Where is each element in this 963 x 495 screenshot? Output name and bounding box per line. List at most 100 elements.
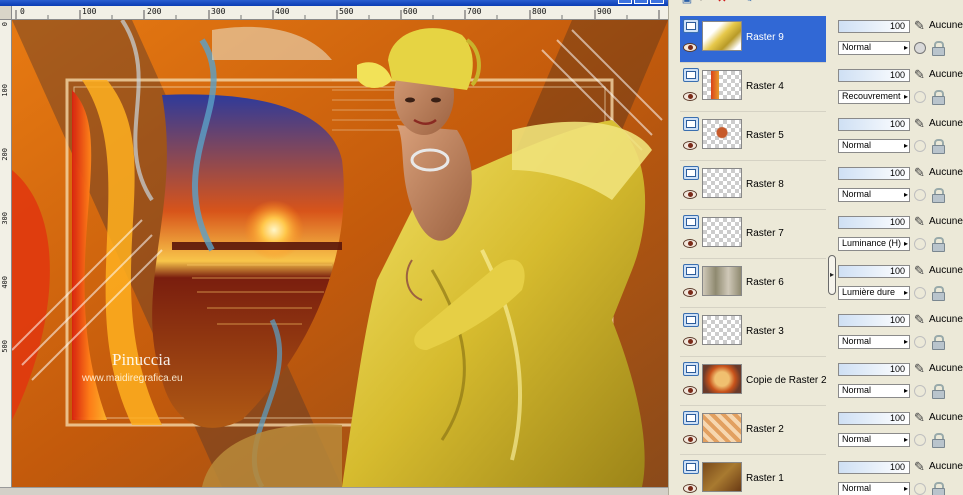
lock-icon[interactable] (931, 384, 945, 399)
visibility-eye-icon[interactable] (683, 386, 697, 395)
opacity-slider[interactable]: 100 (838, 216, 910, 229)
blend-mode-select[interactable]: Recouvrement ▸ (838, 90, 910, 104)
raster-layer-icon[interactable] (683, 411, 699, 425)
link-icon[interactable] (914, 434, 926, 446)
opacity-slider[interactable]: 100 (838, 363, 910, 376)
lock-icon[interactable] (931, 237, 945, 252)
opacity-slider[interactable]: 100 (838, 412, 910, 425)
raster-layer-icon[interactable] (683, 362, 699, 376)
visibility-eye-icon[interactable] (683, 435, 697, 444)
blend-mode-select[interactable]: Normal ▸ (838, 482, 910, 495)
layer-row[interactable]: Raster 4 (678, 64, 828, 112)
lock-icon[interactable] (931, 286, 945, 301)
collapse-handle-icon[interactable]: ▸ (828, 255, 836, 295)
lock-icon[interactable] (931, 433, 945, 448)
raster-layer-icon[interactable] (683, 117, 699, 131)
opacity-slider[interactable]: 100 (838, 265, 910, 278)
lock-icon[interactable] (931, 335, 945, 350)
layer-thumbnail[interactable] (702, 21, 742, 51)
layer-properties-icon[interactable]: ✎ (741, 0, 755, 6)
visibility-eye-icon[interactable] (683, 190, 697, 199)
link-icon[interactable] (914, 483, 926, 495)
link-icon[interactable] (914, 140, 926, 152)
lock-icon[interactable] (931, 139, 945, 154)
blend-mode-select[interactable]: Normal ▸ (838, 41, 910, 55)
layer-thumbnail[interactable] (702, 217, 742, 247)
visibility-eye-icon[interactable] (683, 337, 697, 346)
layer-row[interactable]: Raster 5 (678, 113, 828, 161)
layer-row[interactable]: Copie de Raster 2 (678, 358, 828, 406)
edit-brush-icon[interactable]: ✎ (914, 264, 926, 280)
layer-thumbnail[interactable] (702, 413, 742, 443)
link-icon[interactable] (914, 287, 926, 299)
edit-brush-icon[interactable]: ✎ (914, 19, 926, 35)
raster-layer-icon[interactable] (683, 19, 699, 33)
blend-mode-select[interactable]: Normal ▸ (838, 188, 910, 202)
blend-mode-select[interactable]: Luminance (H) ▸ (838, 237, 910, 251)
link-icon[interactable] (914, 42, 926, 54)
raster-layer-icon[interactable] (683, 264, 699, 278)
edit-brush-icon[interactable]: ✎ (914, 411, 926, 427)
layer-row[interactable]: Raster 8 (678, 162, 828, 210)
lock-icon[interactable] (931, 188, 945, 203)
raster-layer-icon[interactable] (683, 166, 699, 180)
layer-row[interactable]: Raster 2 (678, 407, 828, 455)
canvas-artwork[interactable]: Pinuccia www.maidiregrafica.eu (12, 20, 668, 487)
delete-layer-icon[interactable]: ✕ (715, 0, 729, 6)
opacity-slider[interactable]: 100 (838, 167, 910, 180)
layer-thumbnail[interactable] (702, 462, 742, 492)
opacity-slider[interactable]: 100 (838, 20, 910, 33)
blend-mode-select[interactable]: Normal ▸ (838, 335, 910, 349)
layer-row[interactable]: Raster 1 (678, 456, 828, 495)
opacity-slider[interactable]: 100 (838, 118, 910, 131)
raster-layer-icon[interactable] (683, 313, 699, 327)
layer-thumbnail[interactable] (702, 119, 742, 149)
layer-thumbnail[interactable] (702, 266, 742, 296)
horizontal-scrollbar[interactable] (0, 487, 668, 495)
visibility-eye-icon[interactable] (683, 141, 697, 150)
lock-icon[interactable] (931, 41, 945, 56)
raster-layer-icon[interactable] (683, 68, 699, 82)
visibility-eye-icon[interactable] (683, 239, 697, 248)
opacity-slider[interactable]: 100 (838, 461, 910, 474)
lock-icon[interactable] (931, 90, 945, 105)
visibility-eye-icon[interactable] (683, 484, 697, 493)
link-icon[interactable] (914, 238, 926, 250)
blend-mode-select[interactable]: Normal ▸ (838, 139, 910, 153)
edit-brush-icon[interactable]: ✎ (914, 166, 926, 182)
layer-thumbnail[interactable] (702, 168, 742, 198)
edit-brush-icon[interactable]: ✎ (914, 117, 926, 133)
opacity-slider[interactable]: 100 (838, 314, 910, 327)
layer-row[interactable]: Raster 9 (678, 15, 828, 63)
edit-brush-icon[interactable]: ✎ (914, 215, 926, 231)
lock-icon[interactable] (931, 482, 945, 495)
layer-row[interactable]: Raster 7 (678, 211, 828, 259)
blend-mode-select[interactable]: Normal ▸ (838, 384, 910, 398)
new-layer-icon[interactable]: ▣ (680, 0, 694, 6)
visibility-eye-icon[interactable] (683, 92, 697, 101)
link-icon[interactable] (914, 385, 926, 397)
layer-row[interactable]: Raster 3 (678, 309, 828, 357)
close-button[interactable] (650, 0, 664, 4)
visibility-eye-icon[interactable] (683, 288, 697, 297)
layer-thumbnail[interactable] (702, 364, 742, 394)
edit-brush-icon[interactable]: ✎ (914, 313, 926, 329)
edit-brush-icon[interactable]: ✎ (914, 460, 926, 476)
link-icon[interactable] (914, 189, 926, 201)
visibility-eye-icon[interactable] (683, 43, 697, 52)
blend-mode-select[interactable]: Normal ▸ (838, 433, 910, 447)
dropdown-arrow-icon[interactable]: ▾ (694, 0, 708, 6)
link-icon[interactable] (914, 336, 926, 348)
layer-thumbnail[interactable] (702, 70, 742, 100)
maximize-button[interactable] (634, 0, 648, 4)
panel-divider[interactable] (668, 0, 678, 495)
edit-brush-icon[interactable]: ✎ (914, 362, 926, 378)
layer-row[interactable]: Raster 6 (678, 260, 828, 308)
link-icon[interactable] (914, 91, 926, 103)
minimize-button[interactable] (618, 0, 632, 4)
raster-layer-icon[interactable] (683, 215, 699, 229)
opacity-slider[interactable]: 100 (838, 69, 910, 82)
raster-layer-icon[interactable] (683, 460, 699, 474)
blend-mode-select[interactable]: Lumière dure ▸ (838, 286, 910, 300)
layer-thumbnail[interactable] (702, 315, 742, 345)
